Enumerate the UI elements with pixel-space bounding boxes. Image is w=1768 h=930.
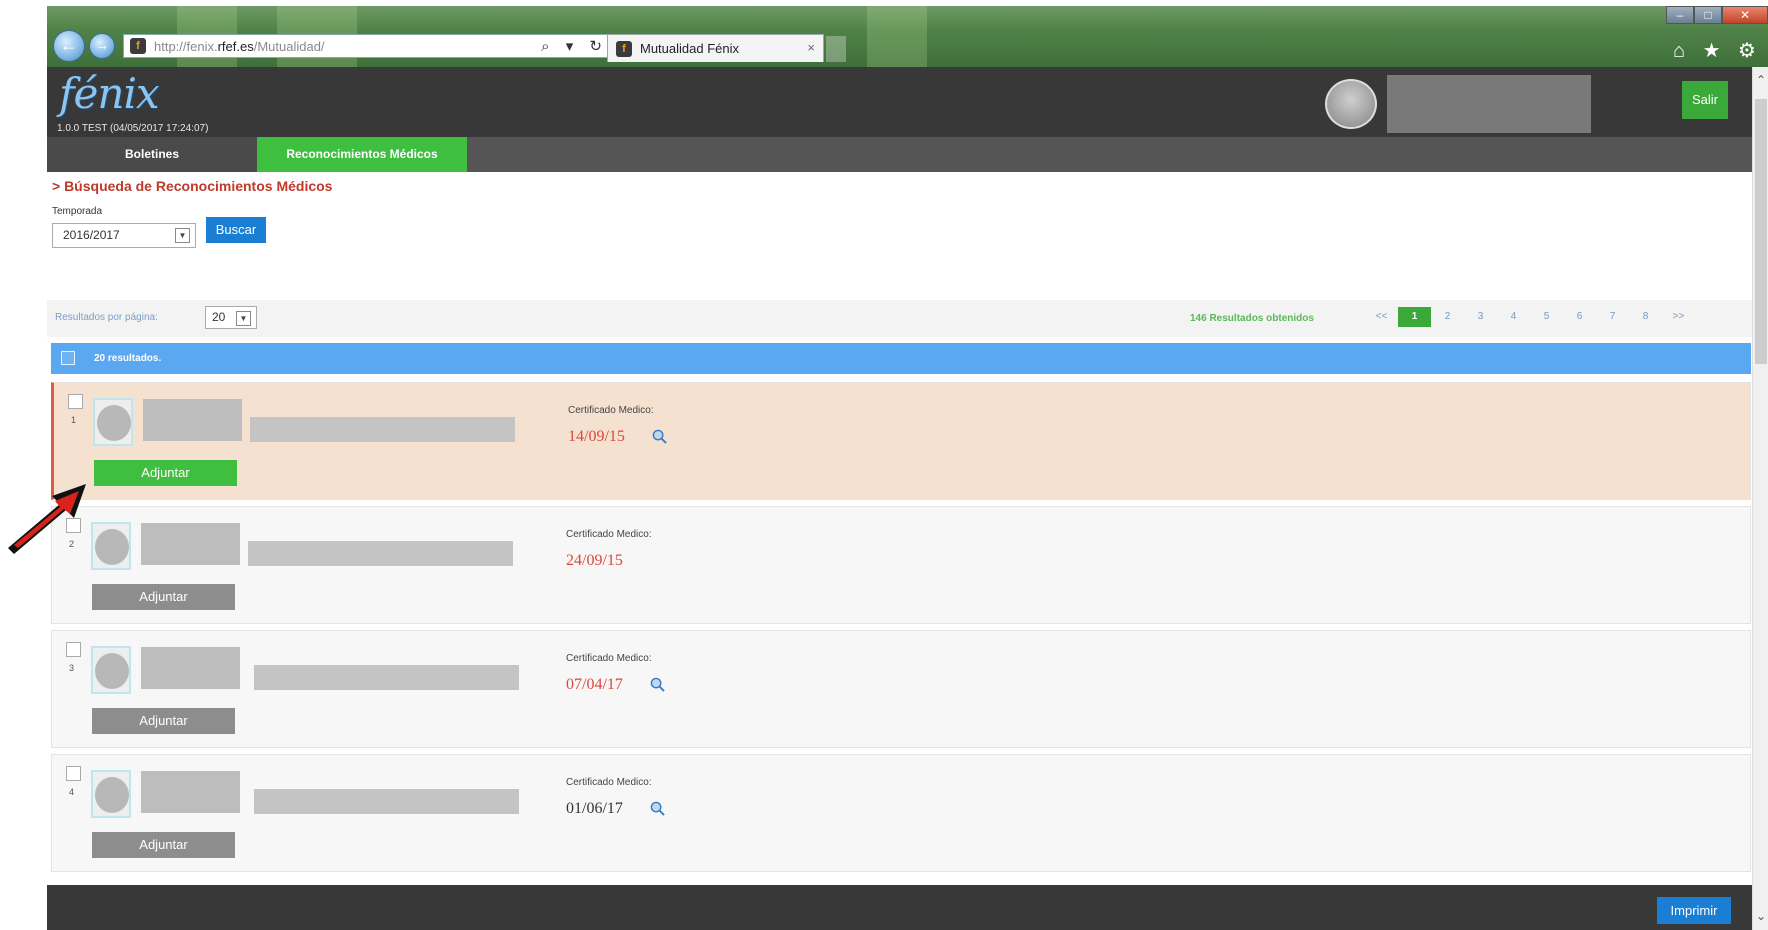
redacted-field bbox=[143, 399, 242, 441]
redacted-field bbox=[141, 647, 240, 689]
attach-button[interactable]: Adjuntar bbox=[92, 584, 235, 610]
back-button[interactable]: ← bbox=[53, 30, 85, 62]
cert-label: Certificado Medico: bbox=[566, 653, 652, 664]
minimize-icon[interactable]: – bbox=[1666, 6, 1694, 24]
list-item: 4 Adjuntar Certificado Medico: 01/06/17 bbox=[51, 754, 1751, 872]
maximize-icon[interactable]: □ bbox=[1694, 6, 1722, 24]
pagination: << 1 2 3 4 5 6 7 8 >> bbox=[1365, 307, 1695, 327]
forward-button[interactable]: → bbox=[89, 33, 115, 59]
per-page-value: 20 bbox=[212, 310, 226, 324]
per-page-label: Resultados por página: bbox=[55, 312, 158, 323]
site-favicon-icon: f bbox=[130, 38, 146, 54]
page-title: > Búsqueda de Reconocimientos Médicos bbox=[52, 178, 333, 194]
cert-label: Certificado Medico: bbox=[566, 529, 652, 540]
redacted-field bbox=[250, 417, 515, 442]
browser-toolbar-icons[interactable]: ⌂ ★ ⚙ bbox=[1673, 38, 1762, 63]
address-bar[interactable]: f http://fenix.rfef.es/Mutualidad/ ⌕ ▾ ↻ bbox=[123, 34, 615, 58]
app-logo[interactable]: fénix bbox=[59, 69, 160, 118]
results-toolbar: Resultados por página: 20 ▼ 146 Resultad… bbox=[47, 300, 1752, 337]
cert-label: Certificado Medico: bbox=[568, 405, 654, 416]
page-7[interactable]: 7 bbox=[1596, 307, 1629, 327]
row-number: 3 bbox=[69, 663, 75, 673]
page-6[interactable]: 6 bbox=[1563, 307, 1596, 327]
page-5[interactable]: 5 bbox=[1530, 307, 1563, 327]
scroll-down-icon[interactable]: ⌄ bbox=[1754, 909, 1768, 923]
browser-chrome: ← → f http://fenix.rfef.es/Mutualidad/ ⌕… bbox=[47, 6, 1768, 67]
app-header: fénix 1.0.0 TEST (04/05/2017 17:24:07) S… bbox=[47, 67, 1752, 137]
list-item: 1 Adjuntar Certificado Medico: 14/09/15 bbox=[51, 382, 1751, 500]
scroll-thumb[interactable] bbox=[1755, 99, 1767, 364]
magnifier-icon[interactable] bbox=[650, 801, 665, 816]
tab-reconocimientos-medicos[interactable]: Reconocimientos Médicos bbox=[257, 137, 467, 172]
tab-close-icon[interactable]: × bbox=[807, 40, 815, 55]
close-window-icon[interactable]: ✕ bbox=[1722, 6, 1768, 24]
cert-date: 01/06/17 bbox=[566, 800, 623, 817]
url-text: http://fenix.rfef.es/Mutualidad/ bbox=[154, 38, 325, 54]
list-item: 3 Adjuntar Certificado Medico: 07/04/17 bbox=[51, 630, 1751, 748]
tab-title: Mutualidad Fénix bbox=[640, 41, 739, 56]
attach-button[interactable]: Adjuntar bbox=[92, 832, 235, 858]
player-photo bbox=[91, 770, 131, 818]
page-1[interactable]: 1 bbox=[1398, 307, 1431, 327]
season-select[interactable]: 2016/2017 ▼ bbox=[52, 223, 196, 248]
magnifier-icon[interactable] bbox=[650, 677, 665, 692]
row-checkbox[interactable] bbox=[68, 394, 83, 409]
scroll-up-icon[interactable]: ⌃ bbox=[1754, 73, 1768, 87]
page-8[interactable]: 8 bbox=[1629, 307, 1662, 327]
magnifier-icon[interactable] bbox=[652, 429, 667, 444]
redacted-field bbox=[141, 771, 240, 813]
player-photo bbox=[91, 522, 131, 570]
player-photo bbox=[93, 398, 133, 446]
main-tabs: Boletines Reconocimientos Médicos bbox=[47, 137, 1752, 172]
pointer-arrow-icon bbox=[8, 484, 86, 554]
per-page-select[interactable]: 20 ▼ bbox=[205, 306, 257, 329]
chevron-down-icon: ▼ bbox=[236, 311, 251, 326]
chrome-decoration bbox=[867, 6, 927, 67]
cert-date: 07/04/17 bbox=[566, 676, 623, 693]
tab-favicon-icon: f bbox=[616, 40, 632, 57]
row-number: 4 bbox=[69, 787, 75, 797]
redacted-field bbox=[248, 541, 513, 566]
attach-button[interactable]: Adjuntar bbox=[92, 708, 235, 734]
cert-label: Certificado Medico: bbox=[566, 777, 652, 788]
new-tab-button[interactable] bbox=[826, 36, 846, 62]
attach-button[interactable]: Adjuntar bbox=[94, 460, 237, 486]
season-label: Temporada bbox=[52, 206, 103, 217]
print-button[interactable]: Imprimir bbox=[1657, 897, 1731, 924]
user-avatar[interactable] bbox=[1325, 79, 1377, 129]
page-first[interactable]: << bbox=[1365, 307, 1398, 327]
page-3[interactable]: 3 bbox=[1464, 307, 1497, 327]
select-all-bar: 20 resultados. bbox=[51, 343, 1751, 374]
row-number: 1 bbox=[71, 415, 77, 425]
tab-boletines[interactable]: Boletines bbox=[47, 137, 257, 172]
cert-date: 24/09/15 bbox=[566, 552, 623, 569]
logout-button[interactable]: Salir bbox=[1682, 81, 1728, 119]
page-last[interactable]: >> bbox=[1662, 307, 1695, 327]
cert-date: 14/09/15 bbox=[568, 428, 625, 445]
select-all-label: 20 resultados. bbox=[94, 353, 162, 364]
results-count: 146 Resultados obtenidos bbox=[1190, 313, 1314, 324]
season-select-value: 2016/2017 bbox=[63, 228, 120, 242]
search-button[interactable]: Buscar bbox=[206, 217, 266, 243]
redacted-field bbox=[141, 523, 240, 565]
select-all-checkbox[interactable] bbox=[61, 351, 75, 365]
row-checkbox[interactable] bbox=[66, 766, 81, 781]
window-controls: – □ ✕ bbox=[1666, 6, 1768, 24]
list-item: 2 Adjuntar Certificado Medico: 24/09/15 bbox=[51, 506, 1751, 624]
user-name-redacted bbox=[1387, 75, 1591, 133]
footer-bar: Imprimir bbox=[47, 885, 1752, 930]
address-actions-icon[interactable]: ⌕ ▾ ↻ bbox=[541, 37, 608, 55]
chevron-down-icon: ▼ bbox=[175, 228, 190, 243]
redacted-field bbox=[254, 665, 519, 690]
page-4[interactable]: 4 bbox=[1497, 307, 1530, 327]
scrollbar[interactable]: ⌃ ⌄ bbox=[1752, 67, 1768, 930]
redacted-field bbox=[254, 789, 519, 814]
player-photo bbox=[91, 646, 131, 694]
page-2[interactable]: 2 bbox=[1431, 307, 1464, 327]
row-checkbox[interactable] bbox=[66, 642, 81, 657]
browser-tab[interactable]: f Mutualidad Fénix × bbox=[607, 34, 824, 62]
browser-window: ← → f http://fenix.rfef.es/Mutualidad/ ⌕… bbox=[47, 6, 1768, 930]
app-version: 1.0.0 TEST (04/05/2017 17:24:07) bbox=[57, 123, 209, 134]
